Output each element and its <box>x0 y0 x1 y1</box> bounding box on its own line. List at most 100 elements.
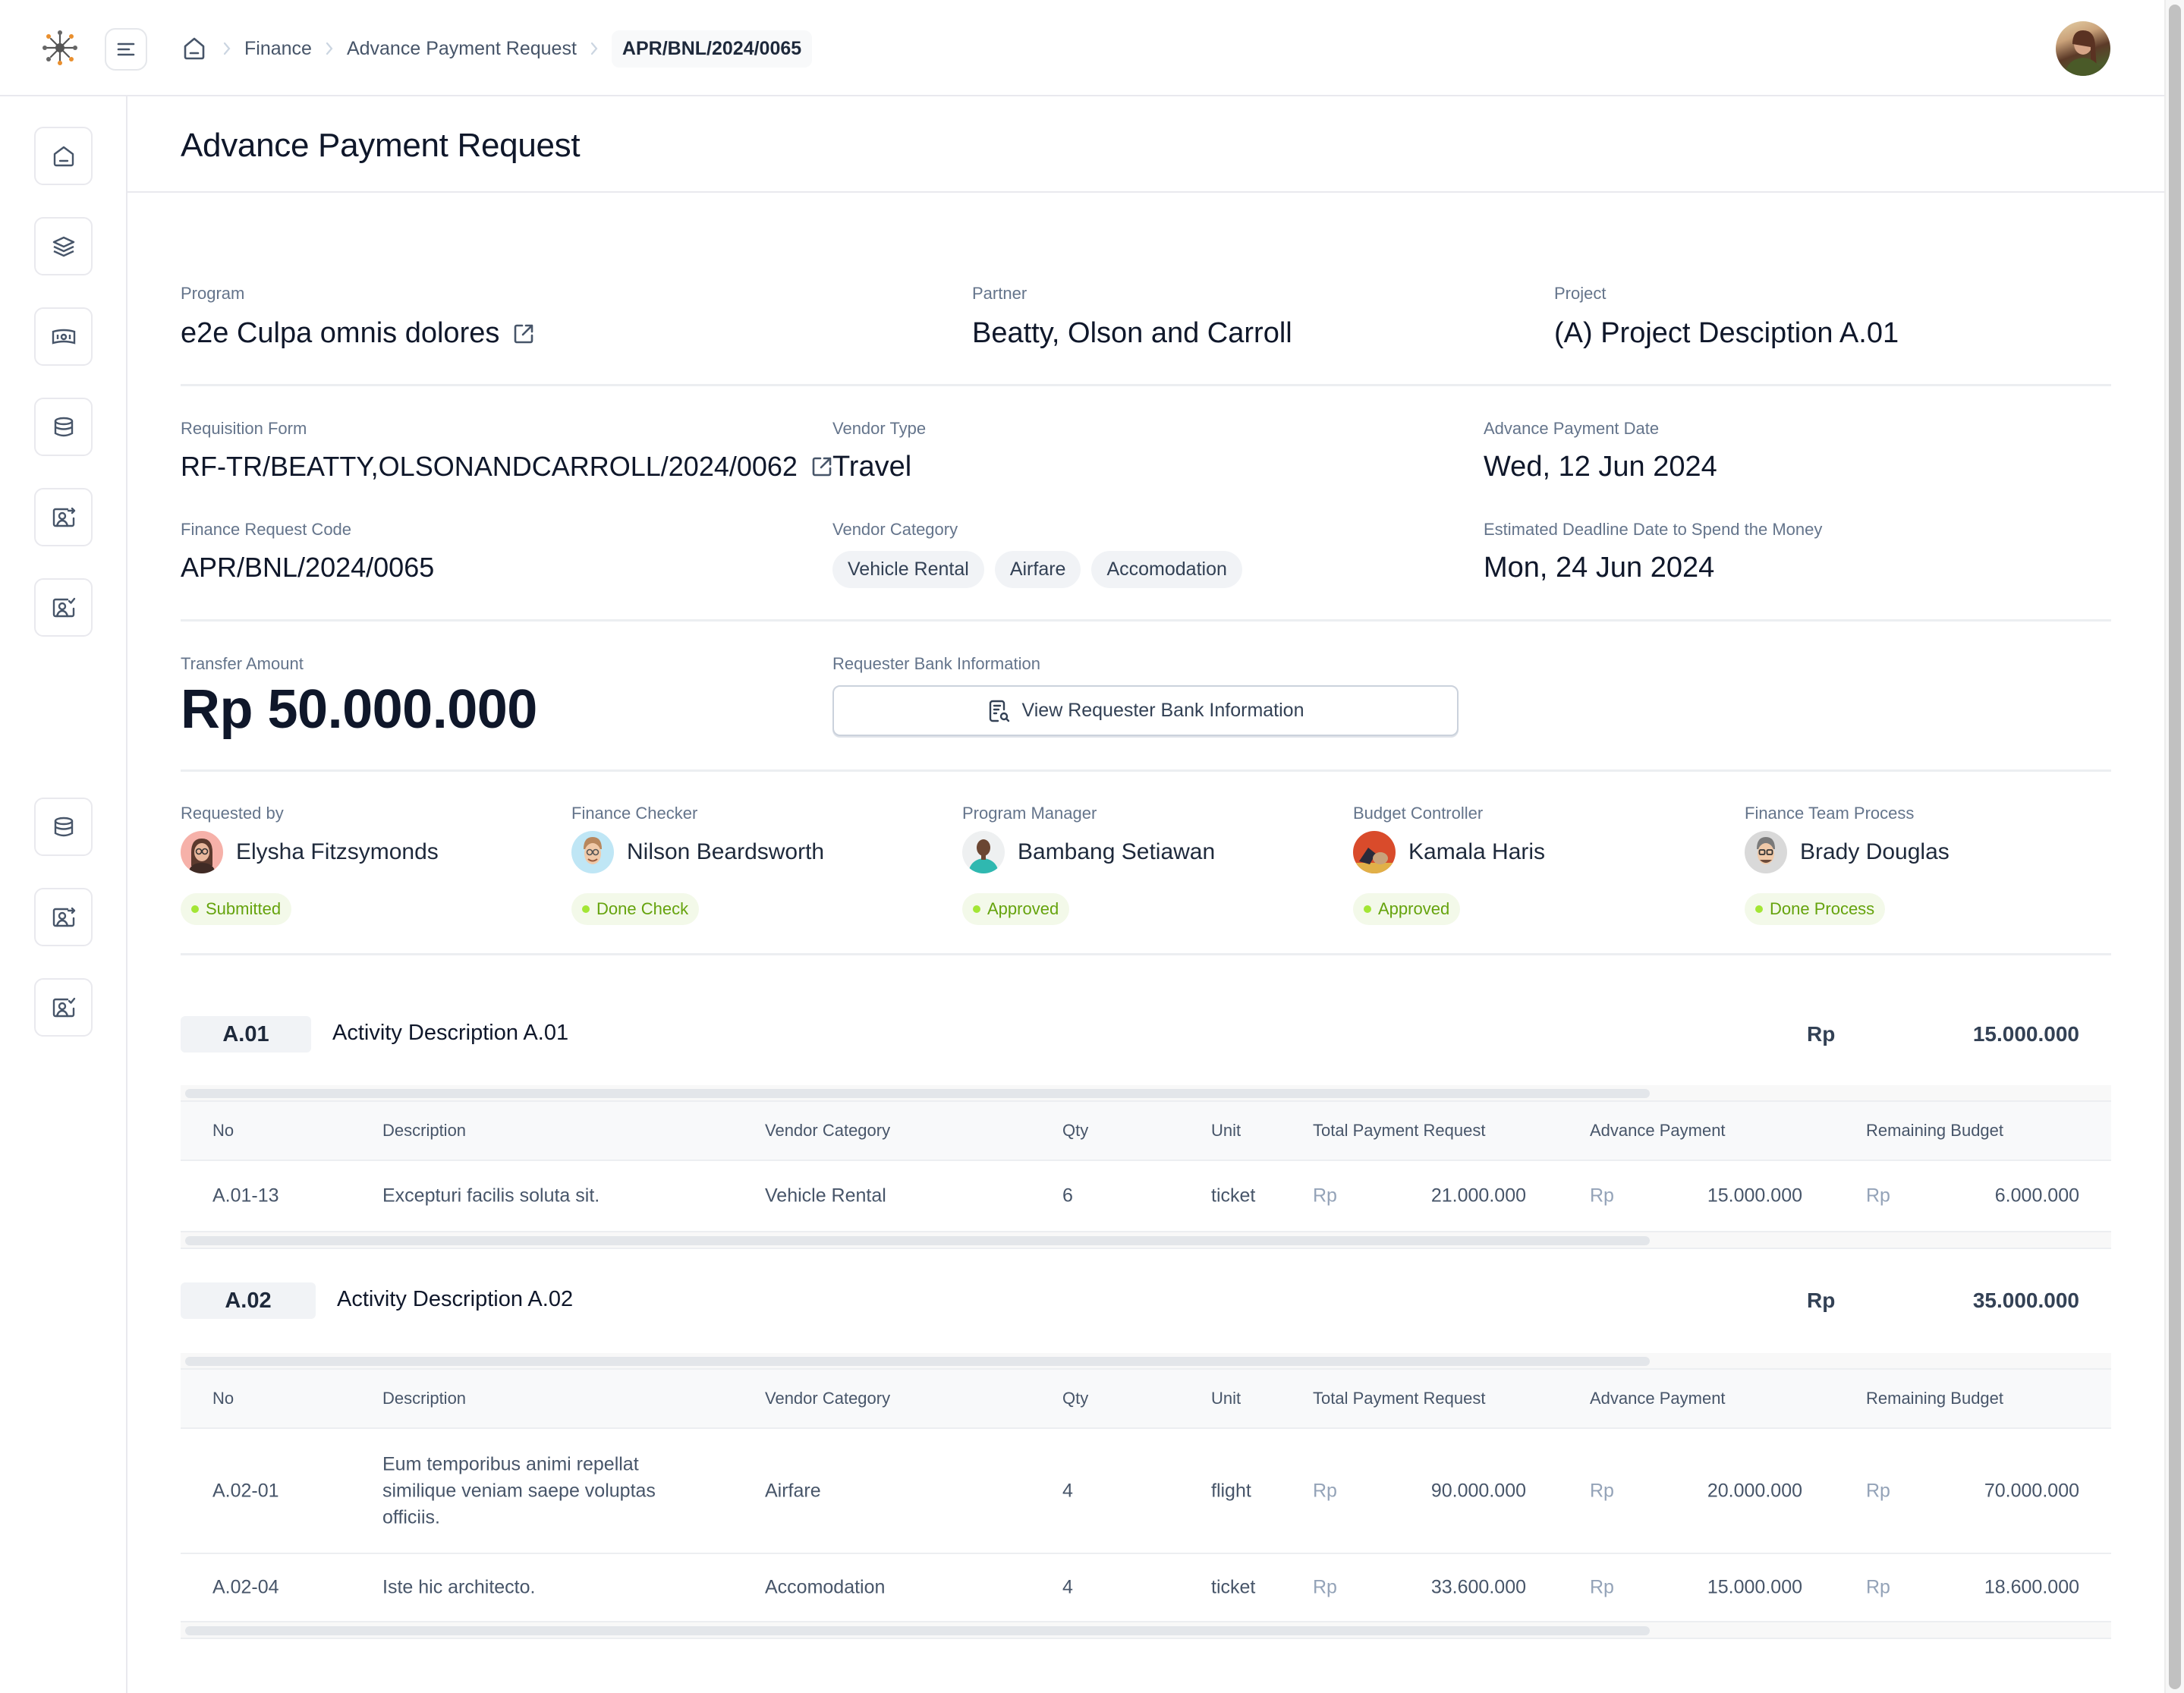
table-scrollbar-thumb[interactable] <box>185 1089 1650 1098</box>
requisition-form-code[interactable]: RF-TR/BEATTY,OLSONANDCARROLL/2024/0062 <box>181 451 798 483</box>
advance-payment-date-label: Advance Payment Date <box>1484 419 1660 438</box>
activity-total: 35.000.000 <box>1972 1289 2079 1312</box>
cell-no: A.02-01 <box>212 1480 279 1501</box>
view-bank-info-label: View Requester Bank Information <box>1021 700 1304 721</box>
sidebar-item-database[interactable] <box>34 398 93 456</box>
vendor-category-chips: Vehicle Rental Airfare Accomodation <box>832 551 1242 588</box>
cell-remaining-budget: 18.600.000 <box>1984 1576 2079 1598</box>
database-icon <box>54 417 73 436</box>
avatar <box>1353 831 1396 873</box>
finance-request-code-value: APR/BNL/2024/0065 <box>181 552 435 583</box>
table-scrollbar-thumb[interactable] <box>185 1626 1650 1635</box>
table-scrollbar[interactable] <box>181 1232 2111 1249</box>
activity-table: No Description Vendor Category Qty Unit … <box>181 1353 2111 1639</box>
cell-currency: Rp <box>1866 1576 1890 1598</box>
table-row: A.02-04 Iste hic architecto. Accomodatio… <box>181 1554 2111 1622</box>
sidebar-item-database-2[interactable] <box>34 798 93 856</box>
program-label: Program <box>181 284 245 303</box>
activity-total: 15.000.000 <box>1972 1022 2079 1046</box>
cell-currency: Rp <box>1590 1185 1614 1207</box>
cell-unit: ticket <box>1211 1576 1256 1598</box>
column-header: Unit <box>1211 1389 1241 1408</box>
table-scrollbar-thumb[interactable] <box>185 1236 1650 1245</box>
cell-unit: flight <box>1211 1480 1251 1501</box>
layers-icon <box>52 236 74 256</box>
activity-description: Activity Description A.02 <box>337 1287 574 1311</box>
chevron-right-icon <box>209 41 244 56</box>
breadcrumb: Finance Advance Payment Request APR/BNL/… <box>179 27 813 70</box>
vendor-category-chip: Airfare <box>994 551 1081 588</box>
external-link-icon[interactable] <box>511 322 536 346</box>
program-value: e2e Culpa omnis dolores <box>181 317 536 350</box>
column-header: Remaining Budget <box>1866 1121 2004 1140</box>
activity-table: No Description Vendor Category Qty Unit … <box>181 1085 2111 1249</box>
table-scrollbar[interactable] <box>181 1085 2111 1102</box>
home-icon <box>184 37 205 60</box>
avatar <box>1745 831 1787 873</box>
breadcrumb-home[interactable] <box>179 33 209 64</box>
sidebar-item-user-approve-2[interactable] <box>34 978 93 1037</box>
top-bar: Finance Advance Payment Request APR/BNL/… <box>0 0 2164 96</box>
approver-name: Brady Douglas <box>1800 839 1950 864</box>
breadcrumb-current: APR/BNL/2024/0065 <box>611 30 813 68</box>
column-header: Total Payment Request <box>1313 1389 1486 1408</box>
status-dot-icon <box>973 905 980 913</box>
activity-header: A.02 Activity Description A.02 Rp 35.000… <box>181 1282 2111 1320</box>
status-dot-icon <box>1755 905 1763 913</box>
status-dot-icon <box>191 905 199 913</box>
chevron-right-icon <box>312 41 347 56</box>
breadcrumb-finance[interactable]: Finance <box>244 38 312 60</box>
external-link-icon[interactable] <box>810 455 834 479</box>
avatar <box>571 831 614 873</box>
user-avatar[interactable] <box>2056 21 2110 76</box>
column-header: Advance Payment <box>1590 1389 1726 1408</box>
transfer-amount-label: Transfer Amount <box>181 654 304 673</box>
transfer-amount-value: Rp 50.000.000 <box>181 679 537 740</box>
advance-payment-date-value: Wed, 12 Jun 2024 <box>1484 451 1717 483</box>
sidebar-divider <box>126 0 127 1693</box>
status-badge: Approved <box>1353 893 1461 925</box>
status-dot-icon <box>1364 905 1371 913</box>
cell-advance-payment: 15.000.000 <box>1707 1576 1802 1598</box>
cell-total-payment-request: 21.000.000 <box>1430 1185 1526 1207</box>
activity-currency: Rp <box>1807 1022 1836 1046</box>
app-logo-icon[interactable] <box>41 29 79 67</box>
approver-name: Elysha Fitzsymonds <box>236 839 439 864</box>
cell-qty: 4 <box>1062 1480 1073 1501</box>
cell-remaining-budget: 70.000.000 <box>1984 1480 2079 1501</box>
section-divider <box>181 953 2111 955</box>
column-header: Vendor Category <box>765 1121 891 1140</box>
sidebar-item-user-transfer[interactable] <box>34 488 93 546</box>
menu-toggle-button[interactable] <box>105 28 147 71</box>
cell-description: Eum temporibus animi repellat similique … <box>382 1453 656 1528</box>
sidebar-item-home[interactable] <box>34 127 93 185</box>
page-header: Advance Payment Request <box>127 98 2164 193</box>
cell-qty: 6 <box>1062 1185 1073 1207</box>
user-card-arrow-icon <box>52 507 75 527</box>
breadcrumb-advance-payment-request[interactable]: Advance Payment Request <box>347 38 577 60</box>
section-divider <box>181 769 2111 772</box>
cell-no: A.02-04 <box>212 1576 279 1598</box>
activity-header: A.01 Activity Description A.01 Rp 15.000… <box>181 1016 2111 1054</box>
table-scrollbar[interactable] <box>181 1353 2111 1370</box>
user-card-check-icon <box>52 997 75 1017</box>
program-name[interactable]: e2e Culpa omnis dolores <box>181 317 499 350</box>
sidebar-item-payments[interactable] <box>34 307 93 366</box>
database-icon <box>54 817 73 836</box>
vendor-type-value: Travel <box>832 451 912 483</box>
sidebar-item-user-transfer-2[interactable] <box>34 888 93 946</box>
column-header: No <box>212 1121 234 1140</box>
table-scrollbar[interactable] <box>181 1622 2111 1639</box>
menu-icon <box>117 42 135 56</box>
window-scrollbar-thumb[interactable] <box>2169 5 2181 1689</box>
avatar <box>181 831 223 873</box>
cell-qty: 4 <box>1062 1576 1073 1598</box>
sidebar-item-layers[interactable] <box>34 217 93 275</box>
money-icon <box>52 329 75 345</box>
view-bank-info-button[interactable]: View Requester Bank Information <box>832 685 1459 736</box>
table-header-row: No Description Vendor Category Qty Unit … <box>181 1370 2111 1429</box>
table-row: A.02-01 Eum temporibus animi repellat si… <box>181 1429 2111 1554</box>
sidebar-item-user-approve[interactable] <box>34 578 93 637</box>
table-scrollbar-thumb[interactable] <box>185 1357 1650 1366</box>
requisition-form-label: Requisition Form <box>181 419 307 438</box>
